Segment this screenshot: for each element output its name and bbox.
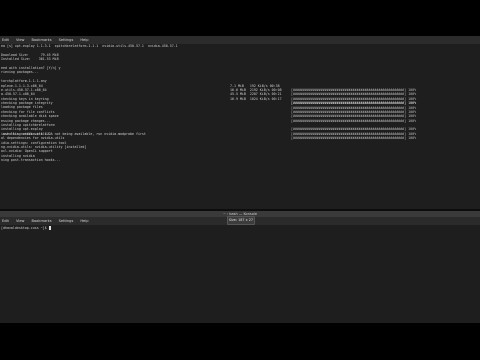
menu-settings[interactable]: Settings	[59, 38, 74, 42]
size-tooltip: Size: 187 x 27	[227, 216, 255, 225]
text-cursor	[48, 226, 51, 230]
menu-bookmarks[interactable]: Bookmarks	[32, 219, 52, 223]
tooltip-text: Size: 187 x 27	[228, 218, 254, 222]
menu-edit[interactable]: Edit	[2, 38, 9, 42]
top-terminal-menubar: Edit View Bookmarks Settings Help	[0, 36, 480, 44]
menu-view[interactable]: View	[16, 38, 25, 42]
menu-settings[interactable]: Settings	[59, 219, 74, 223]
bottom-terminal-output[interactable]: [dhavaldesktop-cuss ~]$	[0, 225, 480, 323]
desktop-screen: Edit View Bookmarks Settings Help ea [s]…	[0, 36, 480, 323]
shell-prompt: [dhavaldesktop-cuss ~]$	[1, 226, 49, 230]
menu-edit[interactable]: Edit	[2, 219, 9, 223]
prompt-line: [dhavaldesktop-cuss ~]$	[0, 226, 480, 230]
menu-bookmarks[interactable]: Bookmarks	[32, 38, 52, 42]
top-terminal-output[interactable]: ea [s] xpt-exploy 1.1.3-1 xpitchbrelatfo…	[0, 44, 480, 209]
terminal-line: ning post-transaction hooks...	[1, 158, 61, 163]
menu-help[interactable]: Help	[80, 219, 88, 223]
menu-help[interactable]: Help	[80, 38, 88, 42]
menu-view[interactable]: View	[16, 219, 25, 223]
